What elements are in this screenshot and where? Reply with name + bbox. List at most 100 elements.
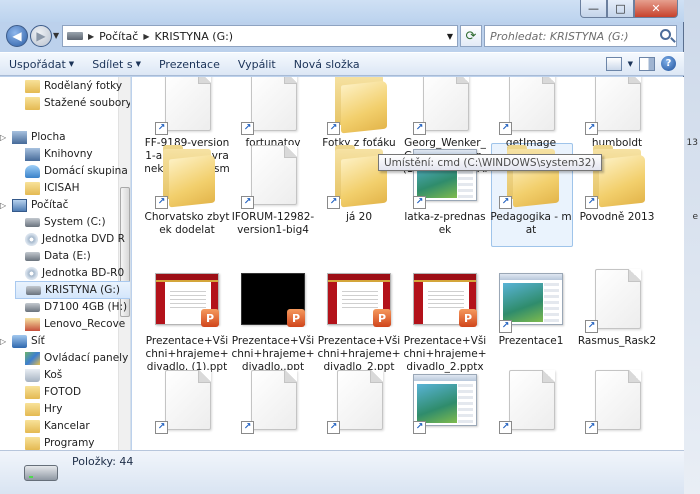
title-bar: — □ ✕ xyxy=(0,0,684,22)
sidebar-item[interactable]: Hry xyxy=(25,400,62,418)
sidebar-item[interactable]: ▷ Počítač xyxy=(0,196,68,214)
file-item[interactable]: ↗ getImage xyxy=(488,77,574,150)
file-item[interactable]: P Prezentace+Všichni+hrajeme+divadlo_2.pp… xyxy=(402,267,488,374)
shortcut-arrow-icon: ↗ xyxy=(327,196,340,209)
chevron-down-icon[interactable]: ▼ xyxy=(447,32,453,41)
sidebar-item-label: Stažené soubory xyxy=(44,97,131,109)
new-folder-button[interactable]: Nová složka xyxy=(285,53,369,75)
shortcut-arrow-icon: ↗ xyxy=(327,421,340,434)
sidebar-item[interactable]: KRISTYNA (G:) xyxy=(15,281,130,299)
powerpoint-file-icon: P xyxy=(413,267,477,331)
sidebar-item[interactable]: FOTOD xyxy=(25,383,81,401)
folder-icon xyxy=(25,385,40,399)
file-item[interactable]: ↗ IFORUM-12982-version1-big4 xyxy=(230,143,316,237)
shortcut-arrow-icon: ↗ xyxy=(241,421,254,434)
document-icon: ↗ xyxy=(241,368,305,434)
sidebar-item[interactable]: ▷ Síť xyxy=(0,332,45,350)
document-icon: ↗ xyxy=(585,267,649,333)
file-item[interactable]: ↗ xyxy=(144,368,230,436)
refresh-icon: ⟳ xyxy=(465,28,477,44)
sidebar-item-label: System (C:) xyxy=(44,216,106,228)
sidebar-item[interactable]: System (C:) xyxy=(25,213,106,231)
expand-icon[interactable]: ▷ xyxy=(0,201,8,210)
chevron-right-icon[interactable]: ▶ xyxy=(143,32,149,41)
file-item[interactable]: ↗ Prezentace1 xyxy=(488,267,574,348)
chevron-down-icon: ▼ xyxy=(135,60,141,68)
file-item[interactable]: ↗ xyxy=(488,368,574,436)
sidebar-item[interactable]: Programy xyxy=(25,434,95,450)
close-button[interactable]: ✕ xyxy=(634,0,678,18)
shortcut-arrow-icon: ↗ xyxy=(155,196,168,209)
sidebar-item[interactable]: Knihovny xyxy=(25,145,93,163)
desktop-text: e xyxy=(692,212,698,222)
file-item[interactable]: ↗ xyxy=(316,368,402,436)
presentation-button[interactable]: Prezentace xyxy=(150,53,229,75)
breadcrumb-drive[interactable]: KRISTYNA (G:) xyxy=(155,30,234,43)
file-item[interactable]: P Prezentace+Všichni+hrajeme+divadlo. (1)… xyxy=(144,267,230,374)
recent-pages-dropdown[interactable]: ▼ xyxy=(53,31,59,40)
file-item[interactable]: P Prezentace+Všichni+hrajeme+divadlo..ppt xyxy=(230,267,316,374)
file-item[interactable]: ↗ Fotky z foťáku xyxy=(316,77,402,150)
file-item[interactable]: ↗ xyxy=(230,368,316,436)
folder-icon xyxy=(25,436,40,450)
sidebar-item[interactable]: Data (E:) xyxy=(25,247,91,265)
control-panel-icon xyxy=(25,351,40,365)
file-item[interactable]: ↗ xyxy=(574,368,660,436)
powerpoint-file-icon: P xyxy=(327,267,391,331)
expand-icon[interactable]: ▷ xyxy=(0,133,8,142)
sidebar-item[interactable]: Kancelar xyxy=(25,417,90,435)
sidebar-item[interactable]: Jednotka DVD R xyxy=(25,230,125,248)
sidebar-item[interactable]: ▷ Plocha xyxy=(0,128,66,146)
sidebar-item[interactable]: Domácí skupina xyxy=(25,162,128,180)
file-name: já 20 xyxy=(345,211,373,223)
file-item[interactable]: ↗ Rasmus_Rask2 xyxy=(574,267,660,348)
change-view-icon[interactable] xyxy=(605,56,622,71)
chevron-right-icon[interactable]: ▶ xyxy=(88,32,94,41)
search-input[interactable]: Prohledat: KRISTYNA (G:) xyxy=(484,25,677,47)
sidebar-item[interactable]: Stažené soubory xyxy=(25,94,131,112)
document-icon: ↗ xyxy=(241,143,305,209)
sidebar-item[interactable]: D7100 4GB (H:) xyxy=(25,298,127,316)
sidebar-item[interactable]: Koš xyxy=(25,366,62,384)
sidebar-item-label: Počítač xyxy=(31,199,69,211)
file-item[interactable]: ↗ fortunatov xyxy=(230,77,316,150)
address-bar[interactable]: ▶ Počítač ▶ KRISTYNA (G:) ▼ xyxy=(62,25,458,47)
help-icon[interactable]: ? xyxy=(661,56,676,71)
folder-icon: ↗ xyxy=(155,143,219,209)
chevron-down-icon[interactable]: ▼ xyxy=(628,60,633,68)
organize-button[interactable]: Uspořádat ▼ xyxy=(0,53,83,75)
back-button[interactable]: ◀ xyxy=(6,25,28,47)
refresh-button[interactable]: ⟳ xyxy=(460,25,482,47)
file-item[interactable]: P Prezentace+Všichni+hrajeme+divadlo_2.pp… xyxy=(316,267,402,374)
desktop-text: 13 xyxy=(686,138,698,148)
presentation-label: Prezentace xyxy=(158,57,220,71)
expand-icon[interactable]: ▷ xyxy=(0,337,8,346)
sidebar-item[interactable]: Lenovo_Recove xyxy=(25,315,125,333)
file-item[interactable]: ↗ Chorvatsko zbytek dodelat xyxy=(144,143,230,237)
details-pane: Položky: 44 xyxy=(0,450,684,494)
dvd-icon xyxy=(25,232,38,246)
burn-label: Vypálit xyxy=(237,57,276,71)
desktop-background: 13 e xyxy=(682,0,700,494)
sidebar-item[interactable]: ICISAH xyxy=(25,179,79,197)
sidebar-item-label: Hry xyxy=(44,403,63,415)
file-item[interactable]: ↗ xyxy=(402,368,488,436)
preview-pane-icon[interactable] xyxy=(639,56,655,71)
explorer-window: — □ ✕ ◀ ▶ ▼ ▶ Počítač ▶ KRISTYNA (G:) ▼ … xyxy=(0,0,684,494)
minimize-button[interactable]: — xyxy=(580,0,607,18)
shortcut-arrow-icon: ↗ xyxy=(585,196,598,209)
forward-button[interactable]: ▶ xyxy=(30,25,52,47)
sidebar-item[interactable]: Jednotka BD-R0 xyxy=(25,264,124,282)
maximize-button[interactable]: □ xyxy=(607,0,634,18)
file-item[interactable]: ↗ humboldt xyxy=(574,77,660,150)
document-icon: ↗ xyxy=(499,368,563,434)
search-placeholder: Prohledat: KRISTYNA (G:) xyxy=(490,29,629,43)
breadcrumb-computer[interactable]: Počítač xyxy=(99,30,138,43)
file-name: latka-z-prednasek xyxy=(404,211,486,236)
share-button[interactable]: Sdílet s ▼ xyxy=(83,53,150,75)
library-icon xyxy=(25,147,40,161)
sidebar-item[interactable]: Rodělaný fotky xyxy=(25,77,122,95)
sidebar-item[interactable]: Ovládací panely xyxy=(25,349,128,367)
folder-icon xyxy=(25,96,40,110)
burn-button[interactable]: Vypálit xyxy=(229,53,285,75)
